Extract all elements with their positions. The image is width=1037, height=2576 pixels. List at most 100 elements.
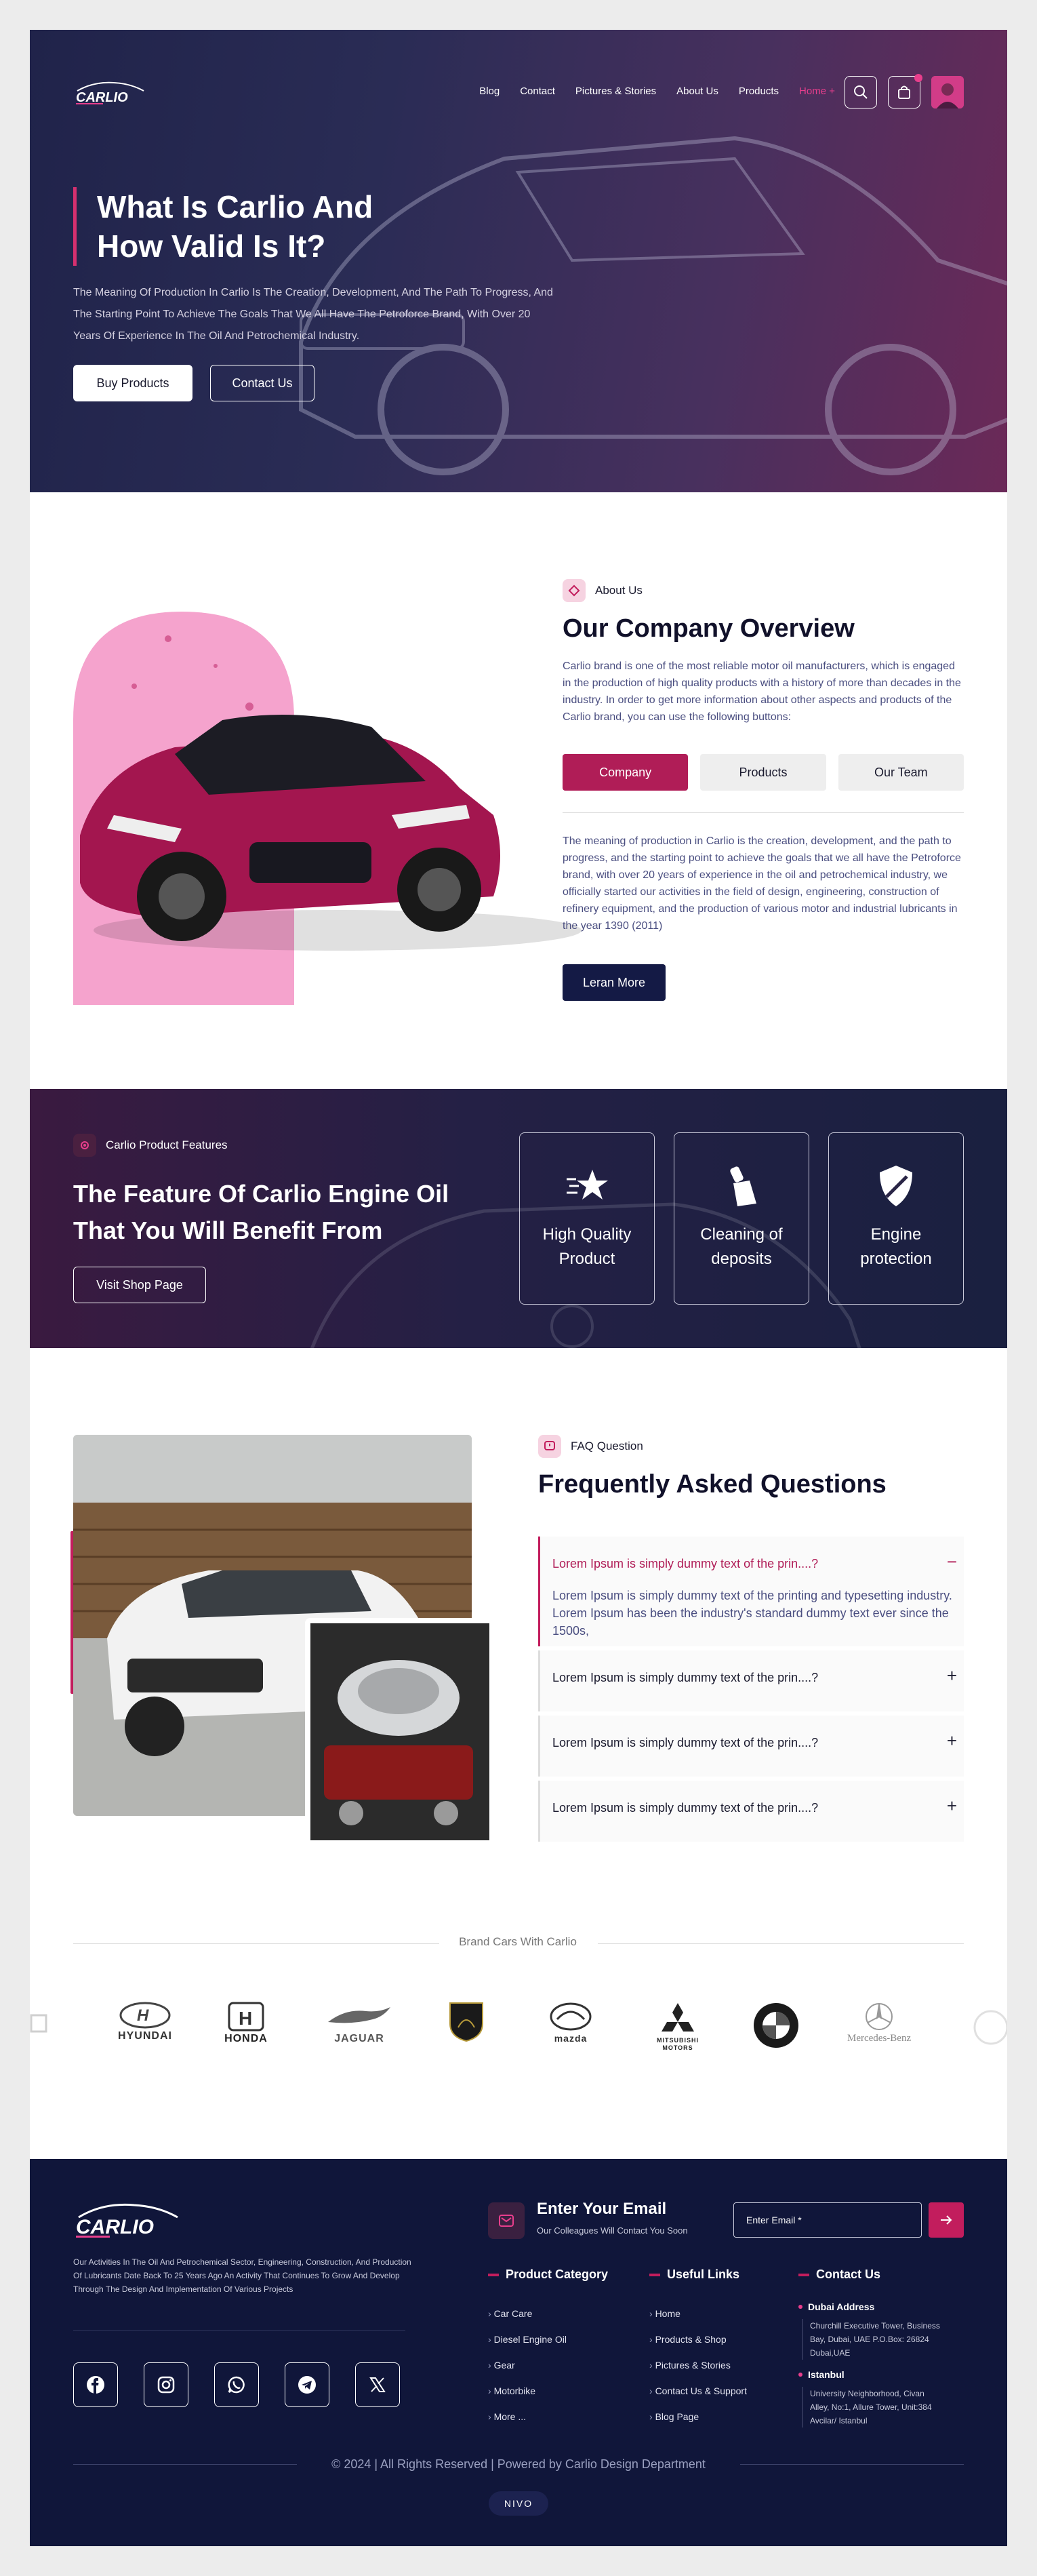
brand-hyundai-label: HYUNDAI bbox=[118, 2030, 172, 2042]
footer: CARLIO Our Activities In The Oil And Pet… bbox=[30, 2159, 1007, 2546]
useful-links-title: Useful Links bbox=[649, 2267, 739, 2282]
hero-title-line2: How Valid Is It? bbox=[97, 229, 326, 264]
telegram-button[interactable] bbox=[285, 2362, 329, 2407]
feature-card-protection-line2: protection bbox=[860, 1250, 932, 1268]
footer-link[interactable]: Products & Shop bbox=[649, 2334, 747, 2345]
user-avatar[interactable] bbox=[931, 76, 964, 108]
x-icon bbox=[369, 2377, 386, 2392]
features-tag-label: Carlio Product Features bbox=[106, 1138, 228, 1151]
hero-car-background bbox=[299, 136, 1007, 475]
facebook-button[interactable] bbox=[73, 2362, 118, 2407]
faq-tag: FAQ Question bbox=[538, 1435, 643, 1458]
brand-mercedes-label: Mercedes-Benz bbox=[847, 2033, 912, 2044]
faq-item[interactable]: Lorem Ipsum is simply dummy text of the … bbox=[538, 1781, 964, 1842]
svg-text:H: H bbox=[239, 2008, 252, 2029]
footer-link[interactable]: Car Care bbox=[488, 2308, 567, 2319]
hero-section: CARLIO Blog Contact Pictures & Stories A… bbox=[30, 30, 1007, 492]
footer-link[interactable]: Blog Page bbox=[649, 2411, 747, 2422]
faq-title: Frequently Asked Questions bbox=[538, 1470, 887, 1499]
buy-products-button[interactable]: Buy Products bbox=[73, 365, 192, 401]
hyundai-logo-icon: H bbox=[119, 2002, 171, 2029]
newsletter-submit-button[interactable] bbox=[929, 2202, 964, 2238]
brand-partial-icon bbox=[973, 2010, 1007, 2045]
footer-link[interactable]: Gear bbox=[488, 2360, 567, 2371]
lamborghini-logo-icon bbox=[449, 2002, 483, 2042]
brand-jaguar: JAGUAR bbox=[325, 2002, 393, 2045]
svg-text:CARLIO: CARLIO bbox=[76, 2216, 154, 2238]
search-button[interactable] bbox=[845, 76, 877, 108]
feature-card-protection[interactable]: Engine protection bbox=[828, 1132, 964, 1305]
honda-logo-icon: H bbox=[228, 2002, 264, 2032]
footer-description: Our Activities In The Oil And Petrochemi… bbox=[73, 2257, 411, 2294]
about-divider bbox=[563, 812, 964, 813]
whatsapp-button[interactable] bbox=[214, 2362, 259, 2407]
nivo-badge-label: NIVO bbox=[504, 2498, 533, 2509]
footer-link[interactable]: More ... bbox=[488, 2411, 567, 2422]
menu-item-blog[interactable]: Blog bbox=[479, 85, 500, 97]
contact-us-title: Contact Us bbox=[798, 2267, 880, 2282]
brand-hyundai: H HYUNDAI bbox=[118, 2002, 172, 2042]
feature-card-cleaning-line2: deposits bbox=[711, 1250, 772, 1268]
hero-title-line1: What Is Carlio And bbox=[97, 189, 373, 224]
features-tag: Carlio Product Features bbox=[73, 1134, 228, 1157]
brand-mazda-label: mazda bbox=[554, 2033, 588, 2044]
brand-bmw bbox=[752, 2002, 800, 2049]
brand-jaguar-label: JAGUAR bbox=[334, 2033, 384, 2044]
collapse-icon[interactable]: − bbox=[947, 1551, 957, 1572]
shield-icon bbox=[880, 1166, 912, 1206]
feature-card-quality[interactable]: High Quality Product bbox=[519, 1132, 655, 1305]
menu-item-contact[interactable]: Contact bbox=[520, 85, 555, 97]
features-title: The Feature Of Carlio Engine Oil That Yo… bbox=[73, 1180, 449, 1244]
faq-item[interactable]: Lorem Ipsum is simply dummy text of the … bbox=[538, 1537, 964, 1646]
faq-item[interactable]: Lorem Ipsum is simply dummy text of the … bbox=[538, 1716, 964, 1777]
nivo-badge[interactable]: NIVO bbox=[489, 2491, 548, 2516]
tab-company[interactable]: Company bbox=[563, 754, 689, 791]
learn-more-button[interactable]: Leran More bbox=[563, 964, 666, 1001]
envelope-icon bbox=[499, 2215, 514, 2227]
jaguar-logo-icon bbox=[328, 2007, 390, 2023]
footer-link[interactable]: Motorbike bbox=[488, 2385, 567, 2396]
whatsapp-icon bbox=[228, 2376, 245, 2394]
about-tag: About Us bbox=[563, 579, 643, 602]
tab-products[interactable]: Products bbox=[700, 754, 826, 791]
about-tag-label: About Us bbox=[595, 584, 643, 597]
faq-question: Lorem Ipsum is simply dummy text of the … bbox=[552, 1557, 819, 1570]
copyright-line-left bbox=[73, 2464, 297, 2465]
header-logo[interactable]: CARLIO bbox=[73, 79, 148, 106]
expand-icon[interactable]: + bbox=[947, 1796, 957, 1816]
footer-link[interactable]: Contact Us & Support bbox=[649, 2385, 747, 2396]
footer-link[interactable]: Pictures & Stories bbox=[649, 2360, 747, 2371]
address-istanbul-title: Istanbul bbox=[798, 2369, 845, 2380]
cart-button[interactable] bbox=[888, 74, 922, 108]
faq-item[interactable]: Lorem Ipsum is simply dummy text of the … bbox=[538, 1650, 964, 1711]
newsletter-title: Enter Your Email bbox=[537, 2200, 667, 2218]
expand-icon[interactable]: + bbox=[947, 1665, 957, 1686]
hero-description: The Meaning Of Production In Carlio Is T… bbox=[73, 287, 553, 342]
copyright-text: © 2024 | All Rights Reserved | Powered b… bbox=[331, 2457, 706, 2471]
feature-card-cleaning[interactable]: Cleaning of deposits bbox=[674, 1132, 809, 1305]
about-paragraph: The meaning of production in Carlio is t… bbox=[563, 835, 961, 932]
faq-answer: Lorem Ipsum is simply dummy text of the … bbox=[552, 1589, 952, 1638]
footer-separator bbox=[73, 2330, 405, 2331]
brand-mazda: mazda bbox=[549, 2002, 592, 2044]
footer-link[interactable]: Home bbox=[649, 2308, 747, 2319]
email-field[interactable] bbox=[733, 2202, 922, 2238]
copyright-line-right bbox=[740, 2464, 964, 2465]
visit-shop-button[interactable]: Visit Shop Page bbox=[73, 1267, 206, 1303]
expand-icon[interactable]: + bbox=[947, 1730, 957, 1751]
menu-item-products[interactable]: Products bbox=[739, 85, 779, 97]
question-icon bbox=[538, 1435, 561, 1458]
instagram-button[interactable] bbox=[144, 2362, 188, 2407]
menu-item-pictures[interactable]: Pictures & Stories bbox=[575, 85, 656, 97]
faq-question: Lorem Ipsum is simply dummy text of the … bbox=[552, 1671, 819, 1684]
x-twitter-button[interactable] bbox=[355, 2362, 400, 2407]
contact-us-button[interactable]: Contact Us bbox=[210, 365, 314, 401]
tab-our-team[interactable]: Our Team bbox=[838, 754, 964, 791]
star-speed-icon bbox=[567, 1170, 608, 1200]
footer-logo[interactable]: CARLIO bbox=[73, 2200, 182, 2239]
brand-honda-label: HONDA bbox=[224, 2033, 268, 2044]
footer-link[interactable]: Diesel Engine Oil bbox=[488, 2334, 567, 2345]
menu-item-about[interactable]: About Us bbox=[676, 85, 718, 97]
brand-mercedes: Mercedes-Benz bbox=[847, 2002, 911, 2044]
menu-item-home[interactable]: Home + bbox=[799, 85, 835, 97]
